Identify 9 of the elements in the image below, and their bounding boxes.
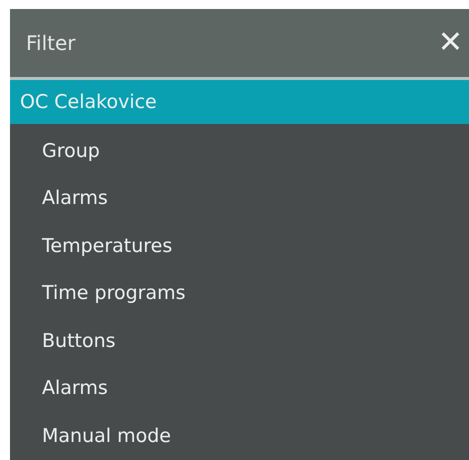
tree-item[interactable]: Alarms — [10, 364, 469, 412]
panel-title: Filter — [26, 31, 76, 55]
tree-item[interactable]: Temperatures — [10, 222, 469, 270]
tree-item[interactable]: Buttons — [10, 317, 469, 364]
close-button[interactable]: ✕ — [432, 28, 469, 58]
tree-item[interactable]: Time programs — [10, 270, 469, 317]
tree-item[interactable]: Alarms — [10, 174, 469, 222]
tree-item[interactable]: Manual mode — [10, 412, 469, 460]
tree-item[interactable]: Group — [10, 127, 469, 174]
